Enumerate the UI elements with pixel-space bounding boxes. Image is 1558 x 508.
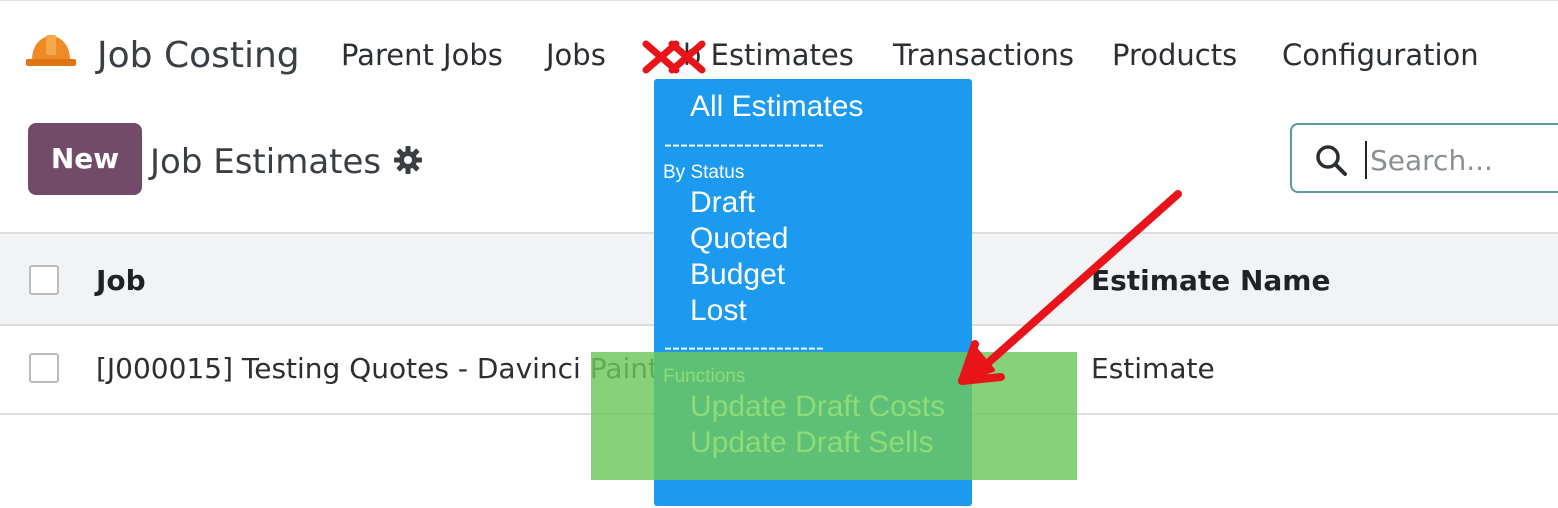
text-cursor [1365,141,1367,179]
nav-transactions[interactable]: Transactions [893,36,1074,74]
menu-section-by-status: By Status [663,162,745,183]
menu-item-budget[interactable]: Budget [690,257,785,293]
nav-job-estimates[interactable]: b Estimates [683,36,854,74]
red-x-annotation-icon [668,40,706,74]
cell-job[interactable]: [J000015] Testing Quotes - Davinci Paint [96,351,659,387]
nav-parent-jobs[interactable]: Parent Jobs [341,36,503,74]
gear-icon[interactable] [393,145,423,175]
search-input[interactable] [1368,137,1558,183]
cell-estimate-name[interactable]: Estimate [1091,351,1215,387]
nav-products[interactable]: Products [1112,36,1237,74]
top-divider [0,0,1558,1]
new-button[interactable]: New [28,123,142,195]
column-header-job[interactable]: Job [96,263,146,299]
page: Job Costing Parent Jobs Jobs b Estimates… [0,0,1558,508]
page-title: Job Estimates [150,142,382,182]
search-icon[interactable] [1314,143,1348,177]
hard-hat-icon[interactable] [24,32,76,70]
menu-item-draft[interactable]: Draft [690,185,755,221]
menu-item-lost[interactable]: Lost [690,293,747,329]
select-all-checkbox[interactable] [29,265,59,295]
search-box[interactable] [1290,123,1558,193]
menu-item-all-estimates[interactable]: All Estimates [690,89,863,125]
menu-item-update-draft-costs[interactable]: Update Draft Costs [690,389,945,425]
menu-separator: -------------------- [664,131,824,158]
nav-configuration[interactable]: Configuration [1282,36,1479,74]
menu-section-functions: Functions [663,366,746,387]
nav-jobs[interactable]: Jobs [546,36,606,74]
row-checkbox[interactable] [29,353,59,383]
menu-item-update-draft-sells[interactable]: Update Draft Sells [690,425,933,461]
column-header-estimate-name[interactable]: Estimate Name [1091,263,1330,299]
menu-item-quoted[interactable]: Quoted [690,221,788,257]
app-title[interactable]: Job Costing [97,34,300,78]
